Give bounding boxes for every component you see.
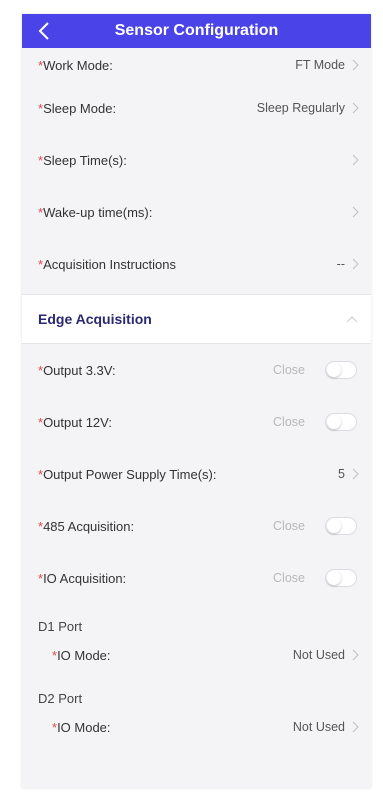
output-12v-label: Output 12V: [43,414,112,430]
row-label: *Work Mode: [38,58,295,73]
row-label: *IO Mode: [52,648,293,663]
io-acquisition-row: *IO Acquisition: Close [22,552,371,604]
chevron-right-icon [352,721,359,733]
header-bar: Sensor Configuration [22,14,371,48]
toggle-knob [327,519,341,533]
status-text: Close [273,415,305,429]
toggle-knob [327,363,341,377]
d2-port-heading: D2 Port [38,691,83,706]
sleep-time-label: Sleep Time(s): [43,152,127,168]
edge-acquisition-header[interactable]: Edge Acquisition [22,294,371,344]
chevron-right-icon [352,102,359,114]
d1-io-mode-row[interactable]: *IO Mode: Not Used [22,634,371,676]
sleep-mode-label: Sleep Mode: [43,100,117,116]
sleep-time-row[interactable]: *Sleep Time(s): [22,134,371,186]
rs485-acquisition-row: *485 Acquisition: Close [22,500,371,552]
output-3v3-toggle[interactable] [325,361,357,379]
work-mode-row[interactable]: *Work Mode: FT Mode [22,48,371,82]
status-text: Close [273,519,305,533]
chevron-right-icon [352,206,359,218]
d1-io-mode-value: Not Used [292,648,345,662]
acquisition-instructions-value: -- [336,257,345,271]
chevron-right-icon [352,154,359,166]
status-text: Close [273,571,305,585]
row-label: *485 Acquisition: [38,519,273,534]
work-mode-label: Work Mode: [43,57,113,73]
row-label: *Wake-up time(ms): [38,205,345,220]
d2-io-mode-value: Not Used [292,720,345,734]
section-title: Edge Acquisition [38,311,152,327]
output-power-time-label: Output Power Supply Time(s): [43,466,217,482]
chevron-right-icon [352,258,359,270]
io-acquisition-toggle[interactable] [325,569,357,587]
sleep-mode-row[interactable]: *Sleep Mode: Sleep Regularly [22,82,371,134]
chevron-up-icon[interactable] [345,314,359,324]
acquisition-instructions-label: Acquisition Instructions [43,256,177,272]
work-mode-value: FT Mode [295,58,345,72]
output-power-time-value: 5 [338,467,345,481]
rs485-acquisition-toggle[interactable] [325,517,357,535]
d2-io-mode-label: IO Mode: [57,719,111,735]
wakeup-time-label: Wake-up time(ms): [43,204,153,220]
sleep-mode-value: Sleep Regularly [256,101,345,115]
row-label: *IO Mode: [52,720,293,735]
row-label: *Output 12V: [38,415,273,430]
row-label: *Sleep Mode: [38,101,257,116]
output-power-time-row[interactable]: *Output Power Supply Time(s): 5 [22,448,371,500]
wakeup-time-row[interactable]: *Wake-up time(ms): [22,186,371,238]
toggle-knob [327,415,341,429]
d2-io-mode-row[interactable]: *IO Mode: Not Used [22,706,371,748]
output-3v3-row: *Output 3.3V: Close [22,344,371,396]
acquisition-instructions-row[interactable]: *Acquisition Instructions -- [22,238,371,290]
d1-port-heading: D1 Port [38,619,83,634]
output-12v-toggle[interactable] [325,413,357,431]
row-label: *IO Acquisition: [38,571,273,586]
output-12v-row: *Output 12V: Close [22,396,371,448]
chevron-right-icon [352,468,359,480]
chevron-right-icon [352,649,359,661]
output-3v3-label: Output 3.3V: [43,362,116,378]
row-label: *Output 3.3V: [38,363,273,378]
toggle-knob [327,571,341,585]
rs485-acquisition-label: 485 Acquisition: [43,518,135,534]
chevron-left-icon[interactable] [36,20,54,42]
chevron-right-icon [352,59,359,71]
row-label: *Output Power Supply Time(s): [38,467,338,482]
io-acquisition-label: IO Acquisition: [43,570,127,586]
status-text: Close [273,363,305,377]
row-label: *Acquisition Instructions [38,257,337,272]
page-title: Sensor Configuration [114,22,279,39]
d1-io-mode-label: IO Mode: [57,647,111,663]
sensor-config-screen: Sensor Configuration *Work Mode: FT Mode… [22,14,371,788]
row-label: *Sleep Time(s): [38,153,345,168]
